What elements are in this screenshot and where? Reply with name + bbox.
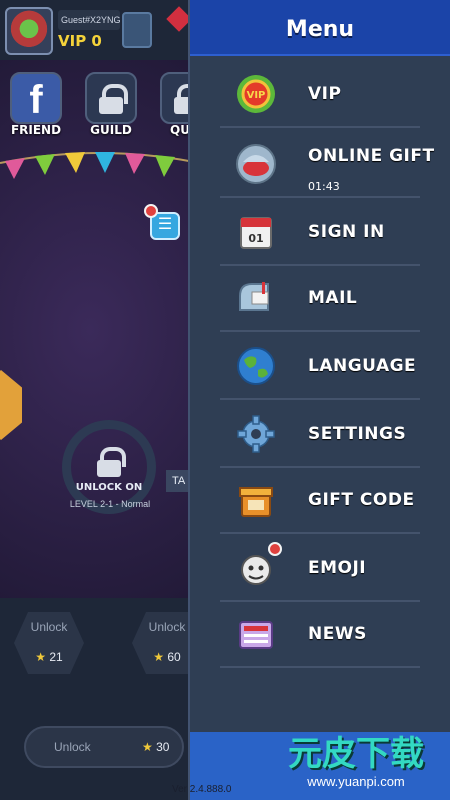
friend-button[interactable]: f <box>10 72 62 124</box>
side-menu: Menu VIP VIP ONLINE GIFT 01:43 01 SIGN I… <box>188 0 450 800</box>
shield-icon[interactable] <box>122 12 152 48</box>
menu-item-label: MAIL <box>308 288 358 308</box>
menu-item-label: LANGUAGE <box>308 356 417 376</box>
guild-label: GUILD <box>90 123 132 137</box>
menu-item-label: EMOJI <box>308 558 367 578</box>
facebook-icon: f <box>29 78 43 122</box>
menu-item-news[interactable]: NEWS <box>220 602 420 668</box>
online-gift-timer: 01:43 <box>308 180 340 193</box>
svg-text:VIP: VIP <box>247 90 266 101</box>
side-stage-node[interactable] <box>0 370 22 440</box>
menu-item-label: SETTINGS <box>308 424 407 444</box>
gift-box-icon <box>239 487 273 517</box>
lock-icon <box>97 447 126 477</box>
menu-item-mail[interactable]: MAIL <box>220 266 420 332</box>
star-icon: ★ <box>142 740 153 754</box>
bunting-banner <box>0 152 200 179</box>
vip-badge-icon: VIP <box>237 75 275 113</box>
unlock-pill-label: Unlock <box>54 740 91 754</box>
watermark: 元皮下载 www.yuanpi.com <box>268 726 444 794</box>
gift-capsule-icon <box>236 144 276 184</box>
menu-item-label: ONLINE GIFT <box>308 146 435 166</box>
unlock-pill-button[interactable]: Unlock ★ 30 <box>24 726 184 768</box>
menu-item-label: SIGN IN <box>308 222 385 242</box>
svg-text:01: 01 <box>248 232 263 245</box>
news-icon <box>239 621 273 649</box>
mailbox-icon <box>239 282 269 311</box>
unlock-card-cost: ★ 21 <box>35 650 63 664</box>
friend-label: FRIEND <box>10 123 62 137</box>
menu-item-label: NEWS <box>308 624 367 644</box>
unlock-on-label: UNLOCK ON <box>75 482 143 493</box>
menu-item-sign-in[interactable]: 01 SIGN IN <box>220 200 420 266</box>
unlock-card-title: Unlock <box>30 620 68 634</box>
menu-item-language[interactable]: LANGUAGE <box>220 334 420 400</box>
menu-item-label: GIFT CODE <box>308 490 415 510</box>
menu-item-label: VIP <box>308 84 342 104</box>
menu-header: Menu <box>190 0 450 56</box>
guest-name: Guest#X2YNGN <box>58 10 120 30</box>
menu-item-vip[interactable]: VIP VIP <box>220 62 420 128</box>
unlock-card[interactable]: Unlock ★ 21 <box>14 612 84 674</box>
version-label: Ver 2.4.888.0 <box>172 784 232 795</box>
menu-item-settings[interactable]: SETTINGS <box>220 402 420 468</box>
calendar-icon: 01 <box>240 217 272 249</box>
menu-item-online-gift[interactable]: ONLINE GIFT 01:43 <box>220 128 434 198</box>
menu-item-gift-code[interactable]: GIFT CODE <box>220 468 420 534</box>
gear-icon <box>237 415 275 453</box>
unlock-pill-cost: ★ 30 <box>142 740 170 754</box>
star-icon: ★ <box>153 650 165 664</box>
vip-level: VIP 0 <box>58 32 102 50</box>
star-icon: ★ <box>35 650 47 664</box>
menu-title: Menu <box>285 17 355 42</box>
globe-icon <box>237 347 275 385</box>
watermark-url: www.yuanpi.com <box>307 774 405 789</box>
list-icon: ☰ <box>157 216 173 233</box>
level-label: LEVEL 2-1 - Normal <box>69 499 151 509</box>
avatar[interactable] <box>5 7 53 55</box>
guild-button[interactable] <box>85 72 137 124</box>
watermark-logo: 元皮下载 <box>288 734 424 774</box>
lock-icon <box>99 84 128 114</box>
notification-dot <box>268 542 282 556</box>
notification-dot <box>144 204 158 218</box>
menu-item-emoji[interactable]: EMOJI <box>220 536 420 602</box>
